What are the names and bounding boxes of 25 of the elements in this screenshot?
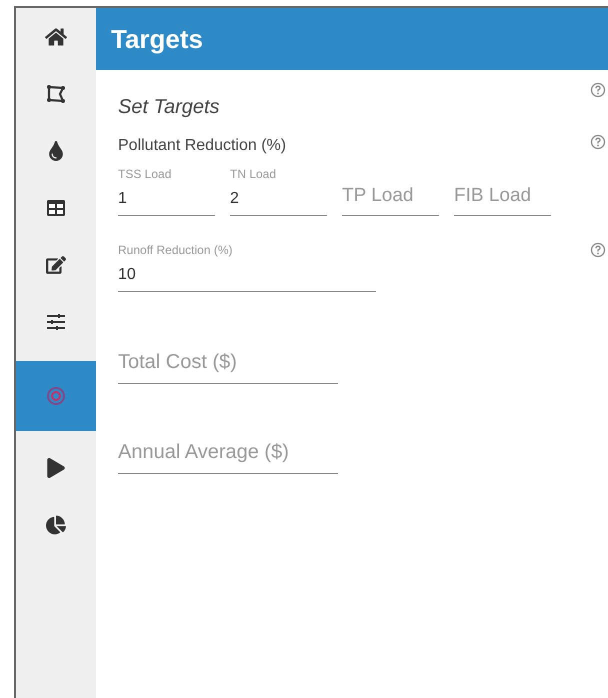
input-field[interactable]: Annual Average ($) xyxy=(118,432,338,474)
edit-icon xyxy=(46,254,66,274)
pie-chart-icon xyxy=(46,514,66,534)
polygon-icon xyxy=(46,84,66,104)
help-icon[interactable] xyxy=(590,82,606,98)
input-field[interactable]: TP Load xyxy=(342,176,439,216)
header-title: Targets xyxy=(111,22,203,56)
sliders-icon xyxy=(46,312,66,330)
input-field[interactable]: 1 xyxy=(118,182,215,216)
help-icon[interactable] xyxy=(590,242,606,258)
input-field[interactable]: Total Cost ($) xyxy=(118,342,338,384)
field-label: Runoff Reduction (%) xyxy=(118,242,234,258)
section-title: Set Targets xyxy=(118,95,220,120)
drop-icon xyxy=(46,140,66,160)
input-field[interactable]: 2 xyxy=(230,182,327,216)
help-icon[interactable] xyxy=(590,134,606,150)
input-field[interactable]: 10 xyxy=(118,258,376,292)
section-label: Pollutant Reduction (%) xyxy=(118,136,288,156)
field-label: TSS Load xyxy=(118,166,172,182)
home-icon xyxy=(45,26,67,48)
play-icon xyxy=(46,458,66,478)
field-label: TN Load xyxy=(230,166,278,182)
input-field[interactable]: FIB Load xyxy=(454,176,551,216)
target-icon xyxy=(46,386,66,406)
grid-icon xyxy=(46,198,66,216)
